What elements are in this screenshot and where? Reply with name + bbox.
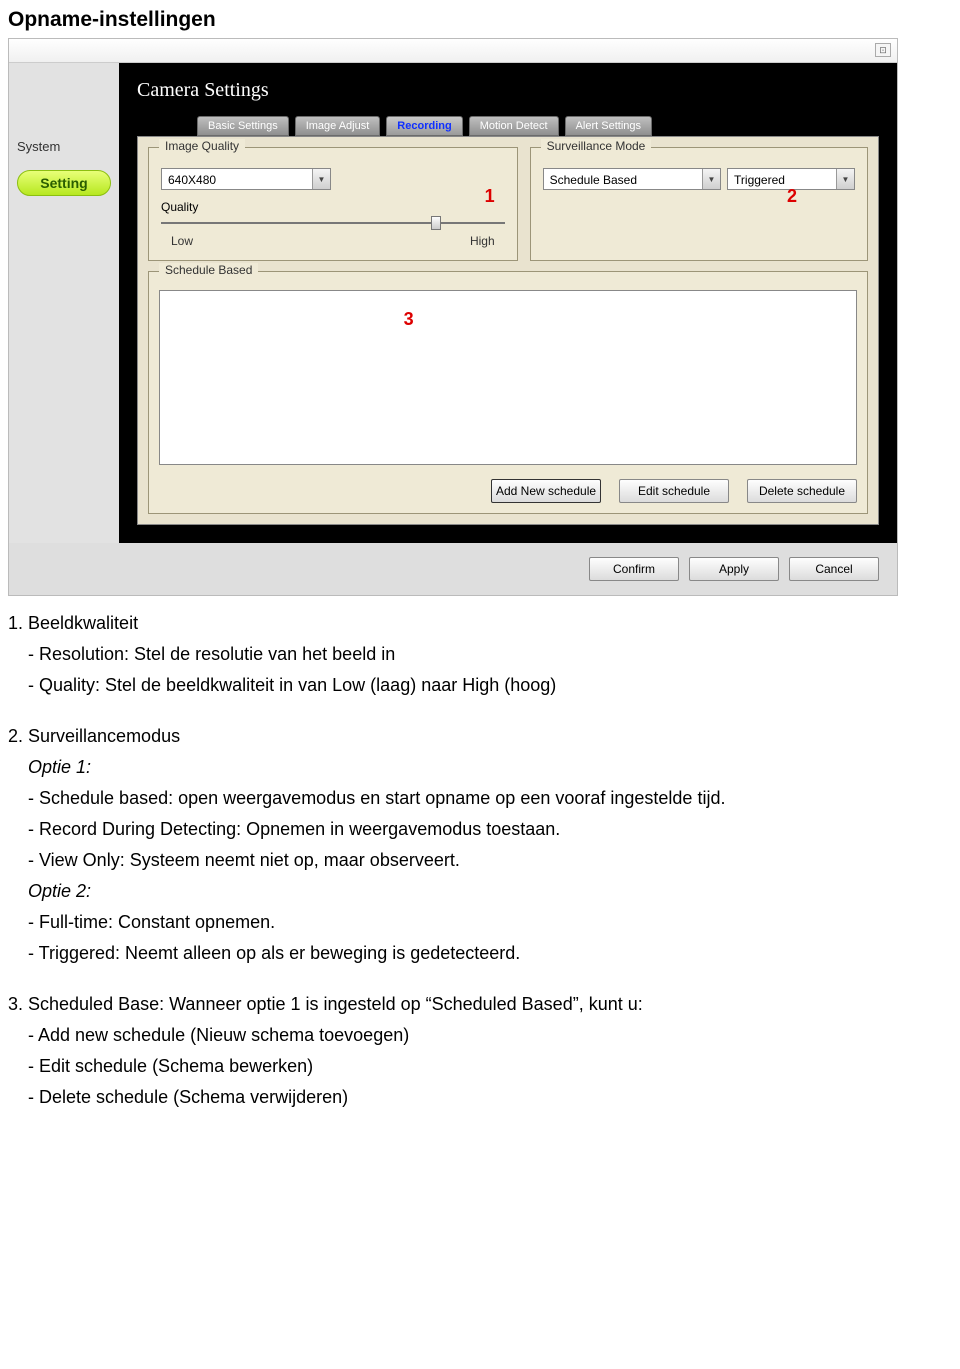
group-title-schedule: Schedule Based [159, 263, 258, 277]
app-window: ⊡ System Setting Camera Settings Basic S… [8, 38, 898, 596]
quality-label: Quality [161, 200, 505, 214]
option-2-line-b: - Triggered: Neemt alleen op als er bewe… [8, 940, 952, 967]
option-1-line-b: - Record During Detecting: Opnemen in we… [8, 816, 952, 843]
quality-slider[interactable] [161, 216, 505, 230]
sidebar: System Setting [9, 63, 119, 543]
edit-schedule-button[interactable]: Edit schedule [619, 479, 729, 503]
section-1-heading: 1. Beeldkwaliteit [8, 610, 952, 637]
section-3-line-c: - Delete schedule (Schema verwijderen) [8, 1084, 952, 1111]
sidebar-item-system[interactable]: System [17, 133, 111, 160]
slider-high-label: High [470, 234, 495, 248]
group-schedule-based: Schedule Based 3 Add New schedule Edit s… [148, 271, 868, 514]
section-3-heading: 3. Scheduled Base: Wanneer optie 1 is in… [8, 991, 952, 1018]
tab-recording[interactable]: Recording [386, 116, 462, 136]
confirm-button[interactable]: Confirm [589, 557, 679, 581]
annotation-marker-1: 1 [485, 186, 495, 207]
trigger-value: Triggered [728, 169, 836, 189]
surveillance-mode-select[interactable]: Schedule Based ▼ [543, 168, 721, 190]
titlebar: ⊡ [9, 39, 897, 63]
schedule-list[interactable]: 3 [159, 290, 857, 465]
group-title-image-quality: Image Quality [159, 139, 245, 153]
tab-alert-settings[interactable]: Alert Settings [565, 116, 652, 136]
doc-text: 1. Beeldkwaliteit - Resolution: Stel de … [8, 610, 952, 1111]
slider-track-line [161, 222, 505, 224]
tab-image-adjust[interactable]: Image Adjust [295, 116, 381, 136]
apply-button[interactable]: Apply [689, 557, 779, 581]
surveillance-mode-value: Schedule Based [544, 169, 702, 189]
slider-labels: Low High [161, 234, 505, 248]
footer-buttons: Confirm Apply Cancel [9, 543, 897, 595]
window-button-icon[interactable]: ⊡ [875, 43, 891, 57]
section-1-line-b: - Quality: Stel de beeldkwaliteit in van… [8, 672, 952, 699]
main-title: Camera Settings [137, 79, 879, 102]
chevron-down-icon[interactable]: ▼ [312, 169, 330, 189]
option-1-label: Optie 1: [8, 754, 952, 781]
option-2-line-a: - Full-time: Constant opnemen. [8, 909, 952, 936]
delete-schedule-button[interactable]: Delete schedule [747, 479, 857, 503]
option-2-label: Optie 2: [8, 878, 952, 905]
chevron-down-icon[interactable]: ▼ [836, 169, 854, 189]
tab-motion-detect[interactable]: Motion Detect [469, 116, 559, 136]
section-3-line-a: - Add new schedule (Nieuw schema toevoeg… [8, 1022, 952, 1049]
page-title: Opname-instellingen [8, 8, 952, 32]
group-surveillance-mode: Surveillance Mode Schedule Based ▼ Trigg… [530, 147, 868, 261]
cancel-button[interactable]: Cancel [789, 557, 879, 581]
resolution-select[interactable]: 640X480 ▼ [161, 168, 331, 190]
sidebar-item-setting[interactable]: Setting [17, 170, 111, 196]
option-1-line-a: - Schedule based: open weergavemodus en … [8, 785, 952, 812]
slider-thumb[interactable] [431, 216, 441, 230]
tab-basic-settings[interactable]: Basic Settings [197, 116, 289, 136]
chevron-down-icon[interactable]: ▼ [702, 169, 720, 189]
section-2-heading: 2. Surveillancemodus [8, 723, 952, 750]
recording-panel: Image Quality 640X480 ▼ Quality Low [137, 136, 879, 525]
section-3-line-b: - Edit schedule (Schema bewerken) [8, 1053, 952, 1080]
resolution-value: 640X480 [162, 169, 312, 189]
annotation-marker-3: 3 [404, 309, 414, 330]
slider-low-label: Low [171, 234, 193, 248]
annotation-marker-2: 2 [787, 186, 797, 207]
option-1-line-c: - View Only: Systeem neemt niet op, maar… [8, 847, 952, 874]
group-title-surveillance: Surveillance Mode [541, 139, 652, 153]
section-1-line-a: - Resolution: Stel de resolutie van het … [8, 641, 952, 668]
add-new-schedule-button[interactable]: Add New schedule [491, 479, 601, 503]
group-image-quality: Image Quality 640X480 ▼ Quality Low [148, 147, 518, 261]
main-panel: Camera Settings Basic Settings Image Adj… [119, 63, 897, 543]
tabs: Basic Settings Image Adjust Recording Mo… [197, 116, 879, 136]
